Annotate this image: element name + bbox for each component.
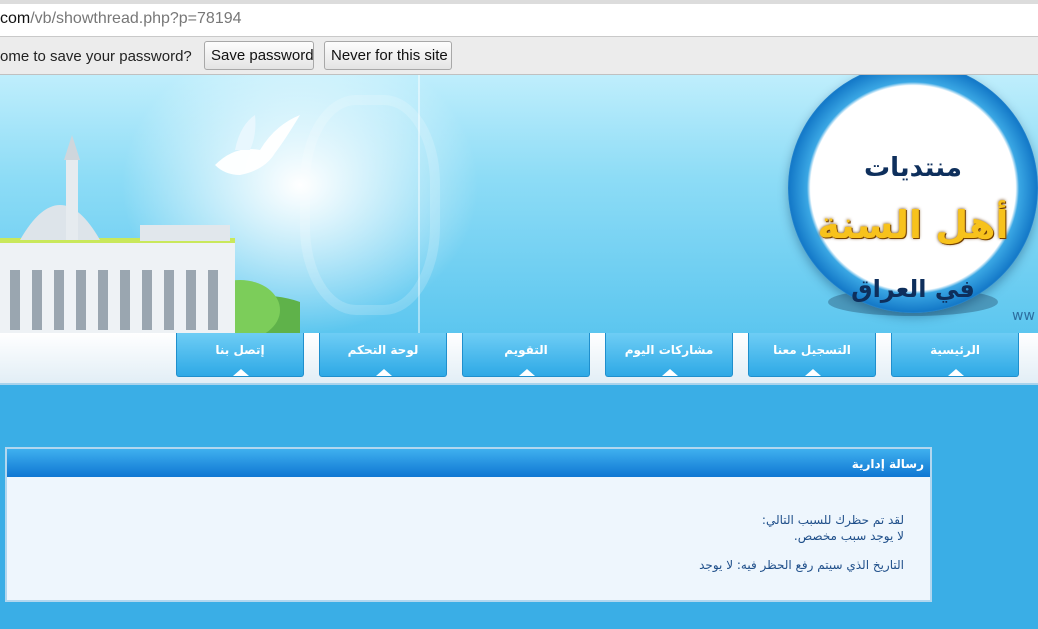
logo-title-line1: منتديات <box>864 153 962 183</box>
nav-tab-label: إتصل بنا <box>215 343 265 357</box>
logo-title-line3: في العراق <box>851 275 975 303</box>
nav-tab-calendar[interactable]: التقويم <box>462 333 590 377</box>
nav-tab-arrow-icon <box>805 369 821 376</box>
nav-tab-home[interactable]: الرئيسية <box>891 333 1019 377</box>
ban-lift-date: التاريخ الذي سيتم رفع الحظر فيه: لا يوجد <box>699 558 904 572</box>
nav-tab-label: التسجيل معنا <box>773 343 851 357</box>
forum-banner: منتديات أهل السنة في العراق ww <box>0 75 1038 333</box>
nav-tab-label: التقويم <box>504 343 548 357</box>
admin-message-header: رسالة إدارية <box>7 449 930 477</box>
nav-tab-label: مشاركات اليوم <box>624 343 714 357</box>
admin-message-panel: رسالة إدارية لقد تم حظرك للسبب التالي: ل… <box>5 447 932 602</box>
save-password-button[interactable]: Save password <box>204 41 314 70</box>
nav-tab-register[interactable]: التسجيل معنا <box>748 333 876 377</box>
never-for-this-site-button[interactable]: Never for this site <box>324 41 452 70</box>
tab-strip-edge <box>0 0 1038 4</box>
address-bar[interactable]: com/vb/showthread.php?p=78194 <box>0 0 1038 37</box>
nav-tab-control-panel[interactable]: لوحة التحكم <box>319 333 447 377</box>
nav-tab-arrow-icon <box>662 369 678 376</box>
logo-ring: منتديات أهل السنة في العراق <box>788 75 1038 313</box>
admin-message-title: رسالة إدارية <box>851 457 924 471</box>
nav-tab-label: لوحة التحكم <box>347 343 419 357</box>
ban-reason-label: لقد تم حظرك للسبب التالي: <box>761 513 904 527</box>
nav-tab-arrow-icon <box>376 369 392 376</box>
nav-tab-todays-posts[interactable]: مشاركات اليوم <box>605 333 733 377</box>
url-text[interactable]: com/vb/showthread.php?p=78194 <box>0 10 242 28</box>
nav-tab-arrow-icon <box>948 369 964 376</box>
nav-tab-arrow-icon <box>519 369 535 376</box>
nav-tab-label: الرئيسية <box>930 343 980 357</box>
save-password-infobar: ome to save your password? Save password… <box>0 37 1038 75</box>
forum-logo[interactable]: منتديات أهل السنة في العراق <box>788 75 1038 318</box>
nav-tab-contact-us[interactable]: إتصل بنا <box>176 333 304 377</box>
ban-reason-value: لا يوجد سبب مخصص. <box>793 529 904 543</box>
banner-divider <box>418 75 420 333</box>
logo-title-line2: أهل السنة <box>817 203 1009 247</box>
save-password-prompt: ome to save your password? <box>0 48 192 65</box>
forum-navbar: الرئيسية التسجيل معنا مشاركات اليوم التق… <box>0 333 1038 385</box>
url-path: /vb/showthread.php?p=78194 <box>30 10 242 27</box>
website-url-fragment: ww <box>1012 308 1035 324</box>
nav-tab-arrow-icon <box>233 369 249 376</box>
dove-icon <box>215 115 300 175</box>
url-host: com <box>0 10 31 27</box>
